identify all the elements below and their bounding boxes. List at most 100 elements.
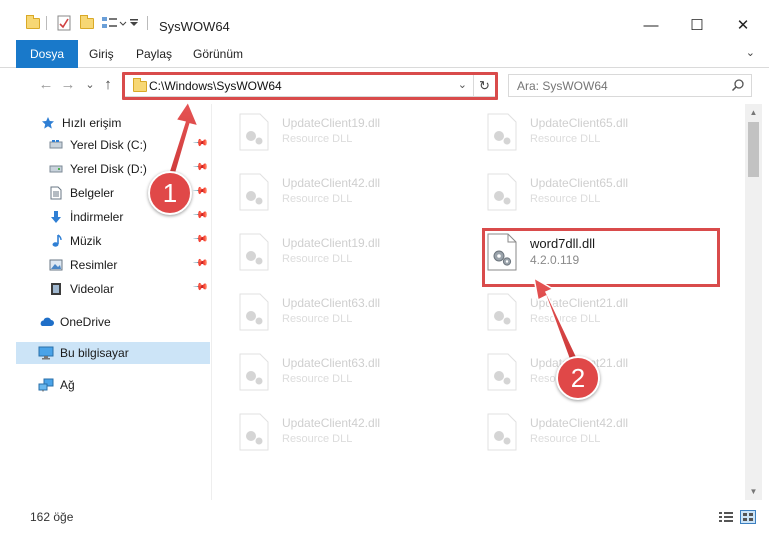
sidebar-item-label: Yerel Disk (C:) — [70, 138, 147, 152]
pin-icon[interactable]: 📌 — [191, 231, 208, 248]
document-icon — [48, 185, 64, 201]
dll-file-icon — [487, 413, 517, 451]
dll-file-icon — [239, 293, 269, 331]
pin-icon[interactable]: 📌 — [191, 279, 208, 296]
sidebar-item-videolar[interactable]: Videolar 📌 — [16, 278, 210, 300]
folder-icon[interactable] — [26, 14, 40, 32]
file-description: Resource DLL — [530, 313, 601, 325]
sidebar-item-label: Resimler — [70, 258, 118, 272]
sidebar-item-ag[interactable]: Ağ — [16, 374, 210, 396]
pin-icon[interactable]: 📌 — [191, 135, 208, 152]
pin-icon[interactable]: 📌 — [191, 255, 208, 272]
file-description: Resource DLL — [282, 313, 353, 325]
scroll-up-icon[interactable]: ▲ — [745, 104, 762, 121]
computer-icon — [38, 345, 54, 361]
status-bar: 162 öğe — [0, 500, 769, 538]
ribbon-tabs: Dosya Giriş Paylaş Görünüm ⌄ — [0, 40, 769, 68]
file-item[interactable]: UpdateClient65.dll Resource DLL — [486, 110, 726, 158]
scrollbar-thumb[interactable] — [748, 122, 759, 177]
file-item[interactable]: UpdateClient21.dll Resource DLL — [486, 350, 726, 398]
dll-file-icon — [239, 173, 269, 211]
sidebar-item-muzik[interactable]: Müzik 📌 — [16, 230, 210, 252]
dll-file-icon — [487, 293, 517, 331]
quick-access-dropdown-icon[interactable] — [129, 14, 139, 32]
sidebar-item-label: Belgeler — [70, 186, 115, 200]
pin-icon[interactable]: 📌 — [191, 183, 208, 200]
file-item[interactable]: UpdateClient42.dll Resource DLL — [486, 410, 726, 458]
file-item[interactable]: UpdateClient63.dll Resource DLL — [238, 290, 478, 338]
cloud-icon — [38, 314, 54, 330]
back-button[interactable]: ← — [36, 74, 56, 94]
music-icon — [48, 233, 64, 249]
window-title: SysWOW64 — [159, 19, 230, 34]
file-description: Resource DLL — [282, 193, 353, 205]
file-item[interactable]: UpdateClient21.dll Resource DLL — [486, 290, 726, 338]
search-icon[interactable] — [731, 78, 745, 92]
close-button[interactable]: ✕ — [720, 10, 766, 40]
drive-icon — [48, 161, 64, 177]
sidebar-item-onedrive[interactable]: OneDrive — [16, 311, 210, 333]
tab-gorunum[interactable]: Görünüm — [179, 40, 257, 68]
file-name: UpdateClient65.dll — [530, 176, 629, 190]
download-icon — [48, 209, 64, 225]
file-name: UpdateClient65.dll — [530, 116, 629, 130]
title-bar: SysWOW64 — ☐ ✕ — [0, 0, 769, 40]
customize-quick-access-icon[interactable] — [101, 14, 127, 32]
file-description: Resource DLL — [282, 133, 353, 145]
file-item[interactable]: UpdateClient19.dll Resource DLL — [238, 230, 478, 278]
sidebar-item-label: Müzik — [70, 234, 102, 248]
properties-icon[interactable] — [57, 14, 71, 32]
step-badge-2: 2 — [556, 356, 600, 400]
file-name: UpdateClient42.dll — [530, 416, 629, 430]
tab-paylas[interactable]: Paylaş — [122, 40, 186, 68]
new-folder-icon[interactable] — [80, 14, 94, 32]
network-icon — [38, 377, 54, 393]
sidebar-item-label: İndirmeler — [70, 210, 124, 224]
toolbar-separator — [46, 16, 47, 30]
scroll-down-icon[interactable]: ▼ — [745, 483, 762, 500]
file-description: Resource DLL — [282, 253, 353, 265]
file-highlight-box — [482, 228, 720, 287]
file-name: UpdateClient42.dll — [282, 416, 381, 430]
up-button[interactable]: ↑ — [98, 74, 118, 94]
file-name: UpdateClient21.dll — [530, 296, 629, 310]
sidebar-item-label: Videolar — [70, 282, 114, 296]
file-description: Resource DLL — [282, 433, 353, 445]
file-item[interactable]: UpdateClient63.dll Resource DLL — [238, 350, 478, 398]
search-box[interactable] — [508, 74, 752, 97]
file-item[interactable]: UpdateClient65.dll Resource DLL — [486, 170, 726, 218]
video-icon — [48, 281, 64, 297]
search-input[interactable] — [517, 78, 717, 94]
sidebar-item-disk-c[interactable]: Yerel Disk (C:) 📌 — [16, 134, 210, 156]
tab-dosya[interactable]: Dosya — [16, 40, 79, 68]
file-description: Resource DLL — [530, 133, 601, 145]
tab-giris[interactable]: Giriş — [75, 40, 128, 68]
recent-locations-button[interactable]: ⌄ — [80, 74, 100, 94]
sidebar-item-resimler[interactable]: Resimler 📌 — [16, 254, 210, 276]
item-count: 162 öğe — [30, 510, 74, 524]
forward-button[interactable]: → — [58, 74, 78, 94]
maximize-button[interactable]: ☐ — [674, 10, 720, 40]
large-icons-view-icon[interactable] — [740, 510, 756, 524]
sidebar-item-label: OneDrive — [60, 315, 111, 329]
sidebar-item-label: Hızlı erişim — [62, 116, 122, 130]
star-icon — [40, 115, 56, 131]
pin-icon[interactable]: 📌 — [191, 207, 208, 224]
ribbon-expand-icon[interactable]: ⌄ — [746, 46, 755, 59]
sidebar-item-label: Yerel Disk (D:) — [70, 162, 147, 176]
sidebar-item-label: Bu bilgisayar — [60, 346, 129, 360]
file-item[interactable]: UpdateClient42.dll Resource DLL — [238, 410, 478, 458]
dll-file-icon — [239, 233, 269, 271]
dll-file-icon — [239, 353, 269, 391]
sidebar-item-quick-access[interactable]: Hızlı erişim — [16, 112, 210, 134]
file-item[interactable]: UpdateClient19.dll Resource DLL — [238, 110, 478, 158]
details-view-icon[interactable] — [718, 510, 734, 524]
toolbar-separator — [147, 16, 148, 30]
file-list: UpdateClient19.dll Resource DLL UpdateCl… — [212, 104, 744, 500]
file-item[interactable]: UpdateClient42.dll Resource DLL — [238, 170, 478, 218]
vertical-scrollbar[interactable]: ▲ ▼ — [745, 104, 762, 500]
minimize-button[interactable]: — — [628, 10, 674, 40]
file-name: UpdateClient19.dll — [282, 116, 381, 130]
sidebar-item-bu-bilgisayar[interactable]: Bu bilgisayar — [16, 342, 210, 364]
pin-icon[interactable]: 📌 — [191, 159, 208, 176]
